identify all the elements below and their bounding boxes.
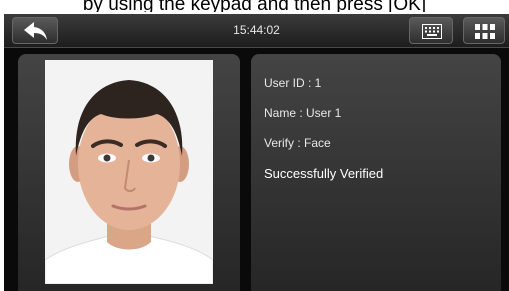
verification-status-text: Successfully Verified bbox=[264, 166, 384, 181]
verify-method-text: Verify : Face bbox=[264, 136, 331, 150]
keyboard-button[interactable] bbox=[409, 17, 453, 44]
photo-panel bbox=[18, 54, 240, 291]
user-id-text: User ID : 1 bbox=[264, 76, 322, 90]
user-name-text: Name : User 1 bbox=[264, 106, 342, 120]
device-screen: 15:44:02 User ID: 1 Name: User 1 Verif… bbox=[4, 14, 509, 291]
user-face-photo bbox=[45, 60, 213, 284]
verification-info-panel: User ID : 1 Name : User 1 Verify : Face … bbox=[251, 54, 501, 291]
menu-button[interactable] bbox=[463, 17, 505, 44]
grid-menu-icon bbox=[475, 24, 495, 39]
top-caption: by using the keypad and then press [OK] bbox=[82, 0, 427, 12]
keyboard-icon bbox=[422, 24, 442, 39]
top-bar: 15:44:02 bbox=[4, 14, 509, 48]
